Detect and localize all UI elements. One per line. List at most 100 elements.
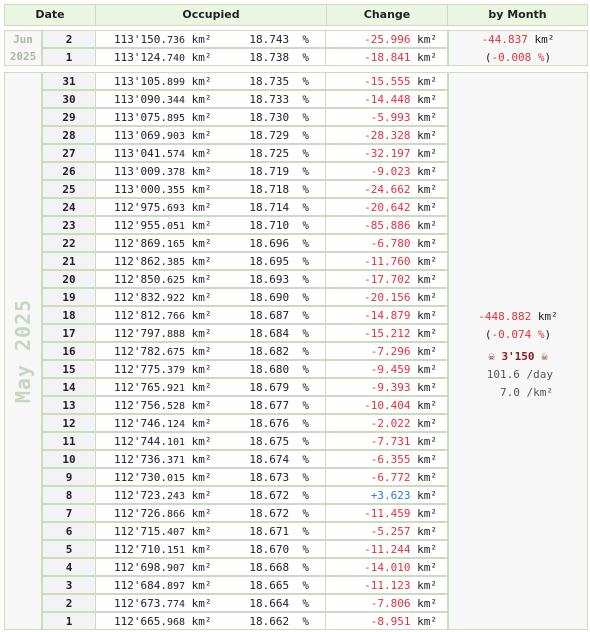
day-cell: 13 [42,396,96,414]
change-amount: -15.555 [364,75,411,88]
pct-value: 18.668 [249,561,290,574]
occupied-major: 112'744. [114,435,167,448]
month-group-jun: Jun 2025 -44.837 km² (-0.008 %) 2 113'150… [4,30,588,66]
table-row: 27 113'041.574 km² 18.725 % -32.197 km² [42,144,448,162]
change-cell: -15.555 km² [325,72,448,90]
table-row: 18 112'812.766 km² 18.687 % -14.879 km² [42,306,448,324]
occupied-major: 112'832. [114,291,167,304]
unit-label: km² [417,219,437,232]
change-value: +3.623 km² [371,487,437,504]
occupied-pct: 18.679 % [249,381,309,394]
change-value: -14.879 km² [364,307,437,324]
occupied-pct: 18.710 % [249,219,309,232]
occupied-cell: 113'009.378 km² 18.719 % [95,162,326,180]
change-cell: -25.996 km² [325,30,448,48]
occupied-cell: 112'756.528 km² 18.677 % [95,396,326,414]
unit-label: km² [191,147,212,160]
change-cell: -5.993 km² [325,108,448,126]
pct-value: 18.735 [249,75,290,88]
day-cell: 18 [42,306,96,324]
month-change: -44.837 [481,33,528,46]
unit-label: km² [417,201,437,214]
unit-label: km² [417,525,437,538]
occupied-major: 113'041. [114,147,167,160]
change-amount: -9.023 [370,165,411,178]
occupied-major: 113'124. [114,51,167,64]
change-cell: -9.459 km² [325,360,448,378]
unit-label: km² [417,75,437,88]
unit-label: km² [191,417,212,430]
change-amount: +3.623 [370,489,411,502]
unit-label: km² [191,327,212,340]
pct-value: 18.662 [249,615,290,628]
header-by-month: by Month [447,4,588,26]
month-summary-may: -448.882 km² (-0.074 %) ☠ 3'150 ☠ 101.6 … [448,72,588,630]
day-cell: 25 [42,180,96,198]
change-value: -6.780 km² [371,235,437,252]
month-pct: -0.074 [491,328,532,341]
occupied-minor: 379 [166,365,186,376]
change-value: -7.806 km² [371,595,437,612]
table-row: 19 112'832.922 km² 18.690 % -20.156 km² [42,288,448,306]
unit-label: km² [191,363,212,376]
change-value: -28.328 km² [364,127,437,144]
day-cell: 1 [42,612,96,630]
occupied-pct: 18.729 % [249,129,309,142]
unit-label: km² [191,165,212,178]
occupied-pct: 18.682 % [249,345,309,358]
occupied-minor: 355 [166,185,186,196]
occupied-minor: 101 [166,437,186,448]
unit-label: km² [191,543,212,556]
occupied-area: 112'975.693 km² [114,199,212,217]
occupied-pct: 18.664 % [249,597,309,610]
occupied-minor: 866 [166,509,186,520]
occupied-cell: 112'698.907 km² 18.668 % [95,558,326,576]
occupied-cell: 112'869.165 km² 18.696 % [95,234,326,252]
day-cell: 24 [42,198,96,216]
change-cell: -7.731 km² [325,432,448,450]
occupied-minor: 907 [166,563,186,574]
pct-value: 18.671 [249,525,290,538]
pct-value: 18.693 [249,273,290,286]
occupied-area: 112'797.888 km² [114,325,212,343]
change-value: -24.662 km² [364,181,437,198]
occupied-cell: 112'782.675 km² 18.682 % [95,342,326,360]
unit-label: km² [191,219,212,232]
unit-label: km² [191,291,212,304]
occupied-pct: 18.677 % [249,399,309,412]
unit-label: km² [191,525,212,538]
table-row: 15 112'775.379 km² 18.680 % -9.459 km² [42,360,448,378]
change-value: -20.642 km² [364,199,437,216]
pct-value: 18.743 [249,33,290,46]
occupied-area: 112'665.968 km² [114,613,212,631]
unit-label: km² [417,543,437,556]
change-value: -15.555 km² [364,73,437,90]
change-amount: -6.772 [370,471,411,484]
change-value: -11.459 km² [364,505,437,522]
change-amount: -5.257 [370,525,411,538]
pct-value: 18.672 [249,489,290,502]
occupied-pct: 18.738 % [249,51,309,64]
occupied-pct: 18.687 % [249,309,309,322]
table-row: 31 113'105.899 km² 18.735 % -15.555 km² [42,72,448,90]
pct-value: 18.696 [249,237,290,250]
occupied-minor: 774 [166,599,186,610]
occupied-area: 113'090.344 km² [114,91,212,109]
occupied-cell: 112'832.922 km² 18.690 % [95,288,326,306]
change-value: -11.123 km² [364,577,437,594]
occupied-major: 113'150. [114,33,167,46]
day-cell: 22 [42,234,96,252]
unit-label: km² [417,291,437,304]
unit-label: km² [191,399,212,412]
day-cell: 31 [42,72,96,90]
day-cell: 6 [42,522,96,540]
change-cell: -6.780 km² [325,234,448,252]
change-cell: -14.010 km² [325,558,448,576]
occupied-cell: 112'812.766 km² 18.687 % [95,306,326,324]
unit-label: km² [417,435,437,448]
unit-label: km² [191,183,212,196]
occupied-minor: 766 [166,311,186,322]
day-cell: 16 [42,342,96,360]
occupied-major: 112'684. [114,579,167,592]
pct-value: 18.695 [249,255,290,268]
